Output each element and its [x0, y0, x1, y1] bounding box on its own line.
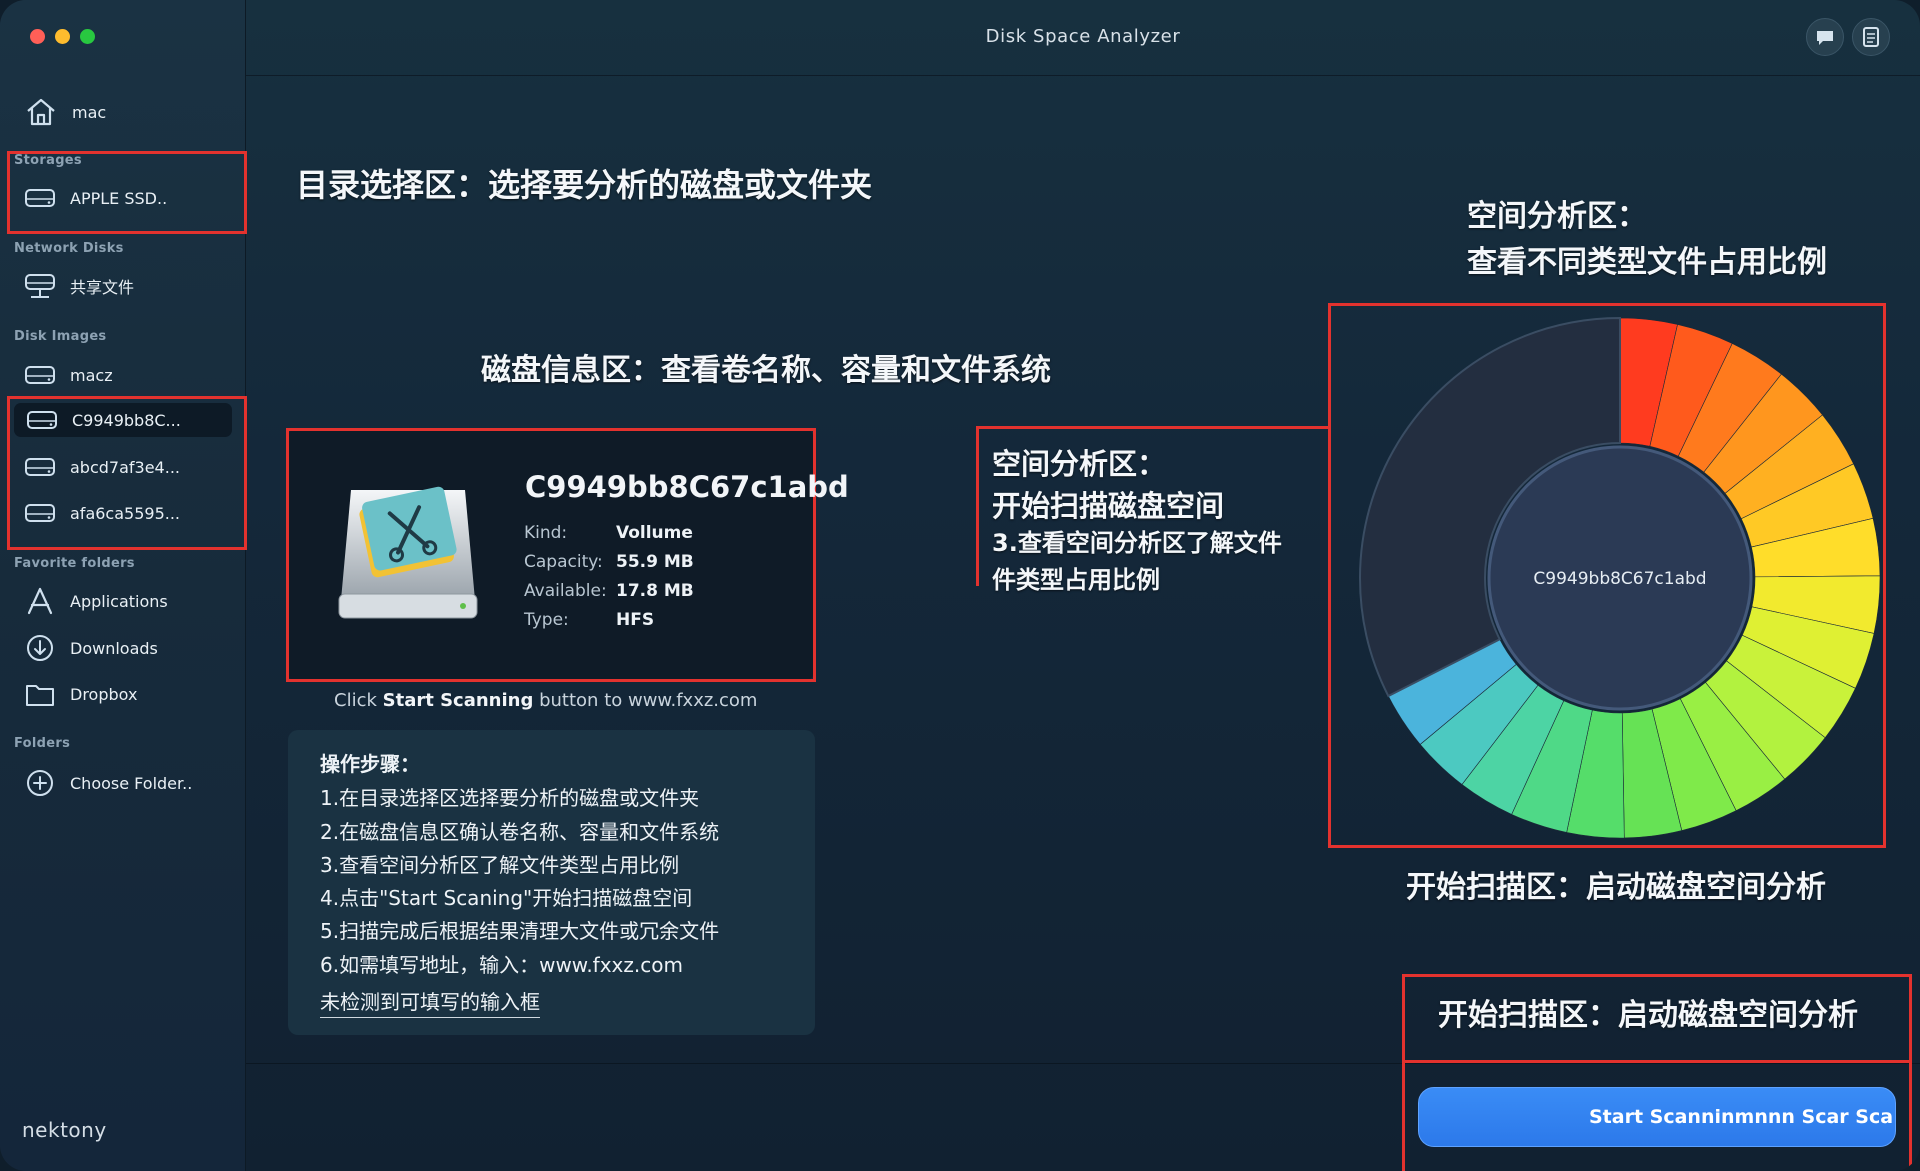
document-icon: [1863, 27, 1879, 47]
sidebar-item-shared-files[interactable]: 共享文件: [24, 269, 134, 303]
annotation-middle-line2: 开始扫描磁盘空间: [992, 489, 1225, 523]
annotation-middle-title: 空间分析区：: [992, 447, 1167, 481]
info-button[interactable]: [1852, 18, 1890, 56]
step-item: 6.如需填写地址，输入：www.fxxz.com: [320, 953, 683, 977]
minimize-window-button[interactable]: [55, 29, 70, 44]
sidebar-item-label: Applications: [70, 591, 168, 611]
app-window: mac Storages APPLE SSD.. Network Disks 共…: [0, 0, 1920, 1171]
highlight-disk-images: [7, 396, 247, 550]
step-item: 4.点击"Start Scaning"开始扫描磁盘空间: [320, 886, 693, 910]
step-item: 5.扫描完成后根据结果清理大文件或冗余文件: [320, 919, 720, 943]
space-analysis-chart[interactable]: C9949bb8C67c1abd: [1330, 303, 1880, 848]
feedback-button[interactable]: [1806, 18, 1844, 56]
annotation-disk-info: 磁盘信息区：查看卷名称、容量和文件系统: [481, 353, 1051, 388]
disk-image-icon: [338, 486, 478, 619]
annotation-middle-line4: 件类型占用比例: [992, 566, 1160, 594]
brand-logo: nektony: [22, 1118, 107, 1142]
sidebar-item-downloads[interactable]: Downloads: [24, 631, 158, 665]
hint-suffix: button to www.fxxz.com: [533, 690, 758, 711]
sidebar-item-macz[interactable]: macz: [24, 358, 113, 392]
kind-value: Vollume: [616, 523, 693, 543]
applications-icon: [27, 587, 53, 615]
highlight-storages: [7, 151, 247, 234]
capacity-label: Capacity:: [524, 552, 603, 572]
type-value: HFS: [616, 610, 655, 630]
step-item: 1.在目录选择区选择要分析的磁盘或文件夹: [320, 786, 700, 810]
sidebar-item-label: mac: [72, 102, 107, 122]
window-title: Disk Space Analyzer: [985, 26, 1181, 47]
annotation-space-analysis-desc: 查看不同类型文件占用比例: [1467, 245, 1827, 280]
folder-icon: [26, 685, 54, 706]
section-folders: Folders: [14, 736, 71, 751]
hint-prefix: Click: [334, 690, 383, 711]
available-label: Available:: [524, 581, 607, 601]
annotation-start-scan-2: 开始扫描区：启动磁盘空间分析: [1438, 998, 1858, 1033]
annotation-dir-select: 目录选择区：选择要分析的磁盘或文件夹: [296, 166, 873, 204]
kind-label: Kind:: [524, 523, 568, 543]
start-button-label: Start Scanninmnnn Scar Sca: [1589, 1106, 1894, 1128]
sidebar-item-label: Choose Folder..: [70, 773, 193, 793]
start-scanning-button[interactable]: Start Scanninmnnn Scar Sca: [1418, 1087, 1896, 1147]
annotation-middle-line3: 3.查看空间分析区了解文件: [992, 529, 1282, 557]
annotation-start-scan-1: 开始扫描区：启动磁盘空间分析: [1406, 870, 1826, 905]
type-label: Type:: [524, 610, 569, 630]
home-icon: [27, 98, 55, 126]
step-item: 2.在磁盘信息区确认卷名称、容量和文件系统: [320, 820, 720, 844]
section-network-disks: Network Disks: [14, 241, 124, 256]
capacity-value: 55.9 MB: [616, 552, 694, 572]
sidebar-item-label: macz: [70, 365, 113, 385]
available-value: 17.8 MB: [616, 581, 694, 601]
downloads-icon: [27, 635, 53, 661]
chat-icon: [1817, 31, 1833, 45]
disk-icon: [25, 366, 55, 384]
annotation-space-analysis-title: 空间分析区：: [1467, 199, 1647, 234]
steps-note: 未检测到可填写的输入框: [320, 986, 540, 1018]
highlight-divider: [1402, 1060, 1912, 1063]
steps-title: 操作步骤：: [320, 752, 420, 776]
hint-bold: Start Scanning: [382, 690, 534, 711]
sidebar-item-applications[interactable]: Applications: [24, 584, 168, 618]
network-disk-icon: [25, 274, 55, 298]
choose-folder-button[interactable]: Choose Folder..: [24, 766, 192, 800]
disk-name: C9949bb8C67c1abd: [525, 470, 849, 504]
step-item: 3.查看空间分析区了解文件类型占用比例: [320, 853, 680, 877]
add-icon: [27, 770, 53, 796]
section-favorite-folders: Favorite folders: [14, 556, 135, 571]
sidebar-item-label: Dropbox: [70, 684, 138, 704]
title-bar: Disk Space Analyzer: [246, 0, 1920, 76]
close-window-button[interactable]: [30, 29, 45, 44]
zoom-window-button[interactable]: [80, 29, 95, 44]
sidebar-item-dropbox[interactable]: Dropbox: [24, 677, 137, 711]
sidebar-item-home[interactable]: mac: [24, 95, 106, 129]
section-disk-images: Disk Images: [14, 329, 107, 344]
sidebar-item-label: 共享文件: [70, 278, 135, 297]
chart-center-label: C9949bb8C67c1abd: [1533, 569, 1706, 589]
sidebar-item-label: Downloads: [70, 638, 158, 658]
steps-panel: 操作步骤： 1.在目录选择区选择要分析的磁盘或文件夹 2.在磁盘信息区确认卷名称…: [288, 730, 815, 1035]
scan-hint: Click Start Scanning button to www.fxxz.…: [334, 690, 757, 711]
